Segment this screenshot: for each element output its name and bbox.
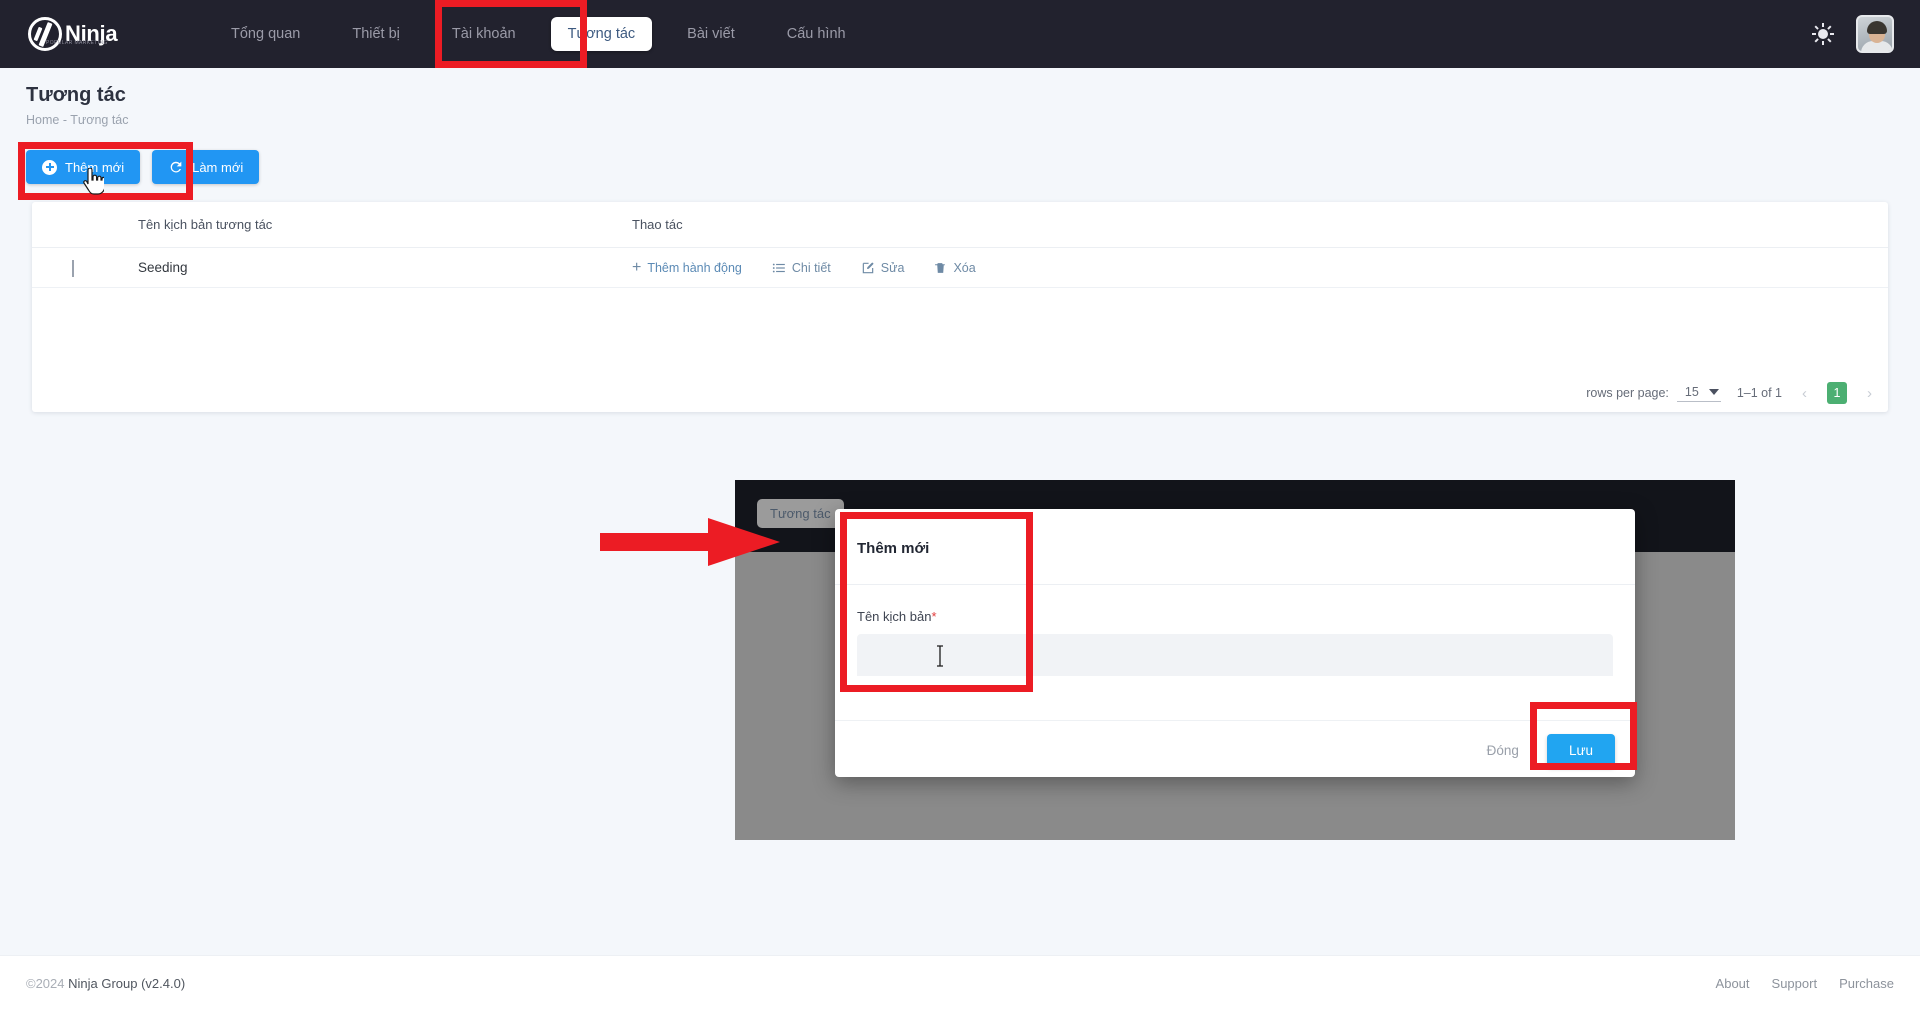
save-button[interactable]: Lưu — [1546, 734, 1615, 767]
brand-logo-group[interactable]: Ninja POPULAR MARKETING — [28, 17, 168, 51]
edit-link[interactable]: Sửa — [861, 260, 905, 275]
chevron-down-icon — [1708, 388, 1719, 395]
copyright-mark: ©2024 — [26, 976, 65, 991]
nav-item-thiet-bi[interactable]: Thiết bị — [335, 17, 417, 51]
delete-link[interactable]: Xóa — [934, 260, 976, 275]
toolbar: Thêm mới Làm mới — [26, 150, 260, 184]
edit-label: Sửa — [880, 260, 905, 275]
page-number-1[interactable]: 1 — [1827, 382, 1847, 404]
top-navigation-bar: Ninja POPULAR MARKETING Tổng quan Thiết … — [0, 0, 1920, 68]
add-action-label: Thêm hành động — [647, 260, 742, 275]
mouse-cursor-hand-icon — [83, 168, 104, 195]
table-header-name: Tên kịch bản tương tác — [138, 217, 273, 232]
text-cursor-ibeam-icon — [937, 645, 943, 667]
delete-label: Xóa — [953, 260, 976, 275]
scenario-name-input[interactable] — [857, 634, 1613, 676]
plus-circle-icon — [42, 159, 57, 175]
breadcrumb-current: Tương tác — [70, 113, 129, 127]
scenario-name-label-text: Tên kịch bản — [857, 609, 932, 624]
footer-link-about[interactable]: About — [1716, 976, 1750, 991]
next-page-button[interactable]: › — [1863, 385, 1876, 402]
close-button[interactable]: Đóng — [1473, 735, 1533, 766]
footer-link-support[interactable]: Support — [1772, 976, 1818, 991]
copyright-text: Ninja Group (v2.4.0) — [68, 976, 186, 991]
rows-per-page-select[interactable]: 15 — [1676, 384, 1721, 402]
required-asterisk: * — [931, 609, 937, 624]
prev-page-button[interactable]: ‹ — [1798, 385, 1811, 402]
row-name-cell: Seeding — [138, 260, 188, 275]
trash-icon — [935, 262, 946, 273]
list-icon — [772, 263, 785, 272]
table-row[interactable]: Seeding + Thêm hành động Chi tiết Sửa Xó… — [32, 248, 1888, 288]
footer: ©2024 Ninja Group (v2.4.0) About Support… — [0, 955, 1920, 1011]
breadcrumb-separator: - — [62, 113, 67, 127]
rows-per-page-group: rows per page: 15 — [1586, 385, 1721, 402]
sun-icon[interactable] — [1812, 23, 1834, 45]
row-expand-cell — [32, 260, 132, 277]
scenario-name-label: Tên kịch bản* — [857, 609, 937, 624]
app-root: Ninja POPULAR MARKETING Tổng quan Thiết … — [0, 0, 1920, 1011]
plus-icon: + — [632, 258, 642, 276]
scenario-table-card: Tên kịch bản tương tác Thao tác Seeding … — [32, 202, 1888, 412]
refresh-label: Làm mới — [192, 159, 244, 175]
dialog-buttons: Đóng Lưu — [1473, 734, 1615, 767]
detail-label: Chi tiết — [791, 260, 831, 275]
table-header-actions: Thao tác — [632, 217, 683, 232]
brand-tagline: POPULAR MARKETING — [46, 40, 108, 46]
refresh-icon — [170, 161, 182, 173]
main-nav: Tổng quan Thiết bị Tài khoản Tương tác B… — [214, 17, 881, 51]
topbar-right-group — [1812, 0, 1894, 68]
breadcrumb: Home - Tương tác — [26, 113, 129, 127]
detail-link[interactable]: Chi tiết — [772, 261, 831, 275]
nav-item-cau-hinh[interactable]: Cấu hình — [770, 17, 863, 51]
dialog-title: Thêm mới — [857, 540, 930, 557]
table-header-row: Tên kịch bản tương tác Thao tác — [32, 202, 1888, 248]
row-actions-cell: + Thêm hành động Chi tiết Sửa Xóa — [632, 258, 1888, 276]
dialog-footer-divider — [835, 720, 1635, 721]
nav-item-tai-khoan[interactable]: Tài khoản — [435, 17, 533, 51]
nav-item-bai-viet[interactable]: Bài viết — [670, 17, 752, 51]
avatar[interactable] — [1856, 15, 1894, 53]
page-title: Tương tác — [26, 84, 126, 106]
footer-links: About Support Purchase — [1716, 976, 1894, 991]
dialog-divider — [835, 584, 1635, 585]
pagination: rows per page: 15 1–1 of 1 ‹ 1 › — [1586, 382, 1876, 404]
rows-per-page-label: rows per page: — [1586, 386, 1669, 400]
edit-icon — [862, 262, 874, 273]
add-action-link[interactable]: + Thêm hành động — [632, 258, 742, 276]
footer-link-purchase[interactable]: Purchase — [1839, 976, 1894, 991]
footer-copyright: ©2024 Ninja Group (v2.4.0) — [26, 976, 185, 991]
annotation-arrow-icon — [600, 518, 780, 566]
modal-inset-screenshot: Tương tác Thêm mới Tên kịch bản* Đóng Lư… — [735, 480, 1735, 840]
chevron-right-icon[interactable] — [72, 260, 74, 277]
nav-item-tuong-tac[interactable]: Tương tác — [550, 17, 653, 51]
nav-item-tong-quan[interactable]: Tổng quan — [214, 17, 317, 51]
rows-per-page-value: 15 — [1684, 384, 1699, 399]
pagination-range: 1–1 of 1 — [1736, 386, 1782, 400]
add-new-dialog: Thêm mới Tên kịch bản* Đóng Lưu — [835, 509, 1635, 777]
refresh-button[interactable]: Làm mới — [152, 150, 260, 184]
breadcrumb-home[interactable]: Home — [26, 113, 59, 127]
row-action-group: + Thêm hành động Chi tiết Sửa Xóa — [632, 258, 1888, 276]
